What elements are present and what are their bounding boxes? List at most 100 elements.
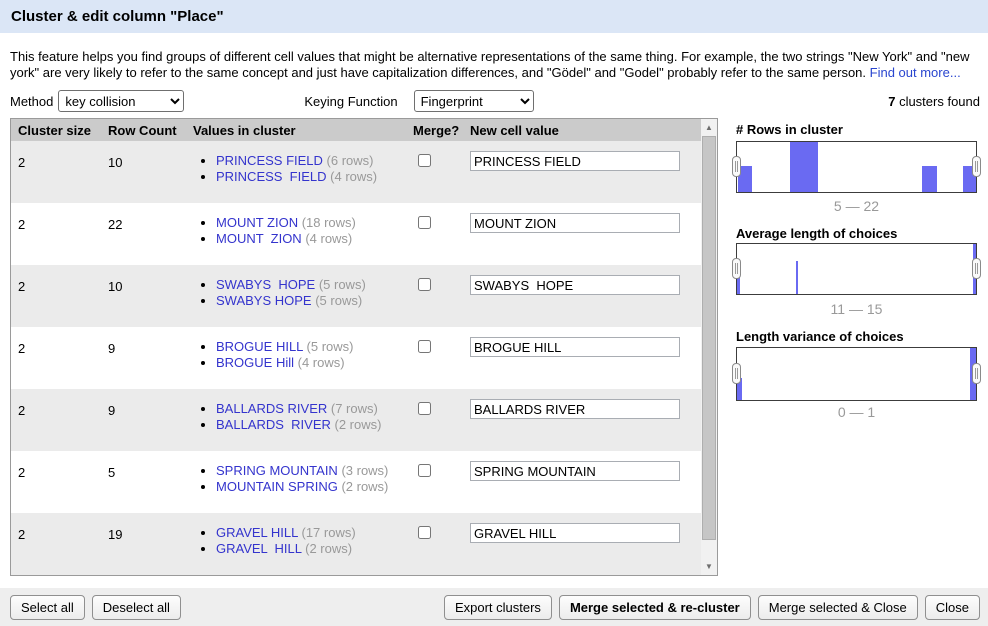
new-cell-value-input[interactable] [470, 151, 680, 171]
new-cell-value-input[interactable] [470, 275, 680, 295]
histogram-title: # Rows in cluster [736, 122, 843, 137]
select-all-button[interactable]: Select all [10, 595, 85, 620]
cluster-size-cell: 2 [18, 155, 25, 170]
cluster-value-link[interactable]: MOUNTAIN SPRING [216, 479, 338, 494]
histogram-frame [736, 347, 977, 401]
row-count-cell: 19 [108, 527, 122, 542]
cluster-values-list: BROGUE HILL (5 rows) BROGUE Hill (4 rows) [194, 339, 354, 371]
keying-function-label: Keying Function [304, 94, 397, 109]
description-text: This feature helps you find groups of di… [10, 49, 970, 80]
table-scrollbar[interactable]: ▲ ▼ [701, 119, 717, 575]
header-row-count: Row Count [108, 123, 177, 138]
histogram-bar [790, 142, 818, 192]
cluster-value-link[interactable]: BROGUE Hill [216, 355, 294, 370]
new-cell-value-input[interactable] [470, 399, 680, 419]
cluster-size-cell: 2 [18, 341, 25, 356]
merge-checkbox[interactable] [418, 340, 431, 353]
merge-checkbox[interactable] [418, 402, 431, 415]
range-slider-handle-left[interactable] [732, 363, 741, 384]
controls-row: Method key collision Keying Function Fin… [10, 89, 980, 113]
merge-checkbox[interactable] [418, 216, 431, 229]
range-slider-handle-left[interactable] [732, 258, 741, 279]
deselect-all-button[interactable]: Deselect all [92, 595, 181, 620]
cluster-value-link[interactable]: SPRING MOUNTAIN [216, 463, 338, 478]
cluster-value-rowcount: (4 rows) [294, 355, 345, 370]
cluster-value-link[interactable]: BALLARDS RIVER [216, 401, 327, 416]
table-header: Cluster size Row Count Values in cluster… [11, 119, 717, 141]
close-button[interactable]: Close [925, 595, 980, 620]
cluster-size-cell: 2 [18, 465, 25, 480]
merge-recluster-button[interactable]: Merge selected & re-cluster [559, 595, 751, 620]
histogram-title: Length variance of choices [736, 329, 904, 344]
scrollbar-thumb[interactable] [702, 136, 716, 540]
cluster-values-list: GRAVEL HILL (17 rows)GRAVEL HILL (2 rows… [194, 525, 356, 557]
cluster-value-link[interactable]: GRAVEL HILL [216, 525, 298, 540]
row-count-cell: 5 [108, 465, 115, 480]
merge-close-button[interactable]: Merge selected & Close [758, 595, 918, 620]
cluster-value-rowcount: (4 rows) [302, 231, 353, 246]
cluster-size-cell: 2 [18, 527, 25, 542]
scroll-up-icon[interactable]: ▲ [701, 119, 717, 136]
footer-toolbar: Select all Deselect all Export clusters … [0, 588, 988, 626]
cluster-value-link[interactable]: SWABYS HOPE [216, 293, 312, 308]
new-cell-value-input[interactable] [470, 461, 680, 481]
cluster-value-rowcount: (5 rows) [303, 339, 354, 354]
table-row: 2 10 SWABYS HOPE (5 rows)SWABYS HOPE (5 … [11, 265, 701, 327]
histogram-frame [736, 243, 977, 295]
row-count-cell: 10 [108, 155, 122, 170]
cluster-size-cell: 2 [18, 217, 25, 232]
range-slider-handle-left[interactable] [732, 156, 741, 177]
clusters-table: Cluster size Row Count Values in cluster… [10, 118, 718, 576]
row-count-cell: 9 [108, 403, 115, 418]
table-body: 2 10 PRINCESS FIELD (6 rows)PRINCESS FIE… [11, 141, 701, 575]
histogram-title: Average length of choices [736, 226, 897, 241]
row-count-cell: 10 [108, 279, 122, 294]
range-slider-handle-right[interactable] [972, 363, 981, 384]
merge-checkbox[interactable] [418, 464, 431, 477]
cluster-value-rowcount: (2 rows) [338, 479, 389, 494]
new-cell-value-input[interactable] [470, 523, 680, 543]
cluster-value-link[interactable]: MOUNT ZION [216, 215, 298, 230]
histogram-bar [796, 261, 798, 294]
clusters-found-text: clusters found [895, 94, 980, 109]
find-out-more-link[interactable]: Find out more... [870, 65, 961, 80]
merge-checkbox[interactable] [418, 526, 431, 539]
cluster-value-link[interactable]: GRAVEL HILL [216, 541, 302, 556]
header-cluster-size: Cluster size [18, 123, 91, 138]
histogram-range-label: 5 — 22 [736, 198, 977, 214]
cluster-value-rowcount: (7 rows) [327, 401, 378, 416]
cluster-size-cell: 2 [18, 279, 25, 294]
cluster-value-rowcount: (3 rows) [338, 463, 389, 478]
cluster-value-link[interactable]: PRINCESS FIELD [216, 153, 323, 168]
table-row: 2 22 MOUNT ZION (18 rows)MOUNT ZION (4 r… [11, 203, 701, 265]
new-cell-value-input[interactable] [470, 213, 680, 233]
range-slider-handle-right[interactable] [972, 258, 981, 279]
merge-checkbox[interactable] [418, 154, 431, 167]
keying-function-select[interactable]: Fingerprint [414, 90, 534, 112]
export-clusters-button[interactable]: Export clusters [444, 595, 552, 620]
row-count-cell: 9 [108, 341, 115, 356]
cluster-value-rowcount: (4 rows) [327, 169, 378, 184]
cluster-value-link[interactable]: BALLARDS RIVER [216, 417, 331, 432]
method-select[interactable]: key collision [58, 90, 184, 112]
cluster-value-link[interactable]: BROGUE HILL [216, 339, 303, 354]
new-cell-value-input[interactable] [470, 337, 680, 357]
row-count-cell: 22 [108, 217, 122, 232]
header-merge: Merge? [413, 123, 459, 138]
cluster-value-link[interactable]: SWABYS HOPE [216, 277, 315, 292]
table-row: 2 10 PRINCESS FIELD (6 rows)PRINCESS FIE… [11, 141, 701, 203]
merge-checkbox[interactable] [418, 278, 431, 291]
cluster-values-list: SWABYS HOPE (5 rows)SWABYS HOPE (5 rows) [194, 277, 366, 309]
scroll-down-icon[interactable]: ▼ [701, 558, 717, 575]
cluster-value-rowcount: (6 rows) [323, 153, 374, 168]
histogram-range-label: 0 — 1 [736, 404, 977, 420]
header-values: Values in cluster [193, 123, 296, 138]
table-row: 2 19 GRAVEL HILL (17 rows)GRAVEL HILL (2… [11, 513, 701, 575]
header-new-value: New cell value [470, 123, 559, 138]
cluster-values-list: MOUNT ZION (18 rows)MOUNT ZION (4 rows) [194, 215, 356, 247]
range-slider-handle-right[interactable] [972, 156, 981, 177]
cluster-value-link[interactable]: PRINCESS FIELD [216, 169, 327, 184]
feature-description: This feature helps you find groups of di… [10, 49, 980, 81]
method-label: Method [10, 94, 53, 109]
cluster-value-link[interactable]: MOUNT ZION [216, 231, 302, 246]
